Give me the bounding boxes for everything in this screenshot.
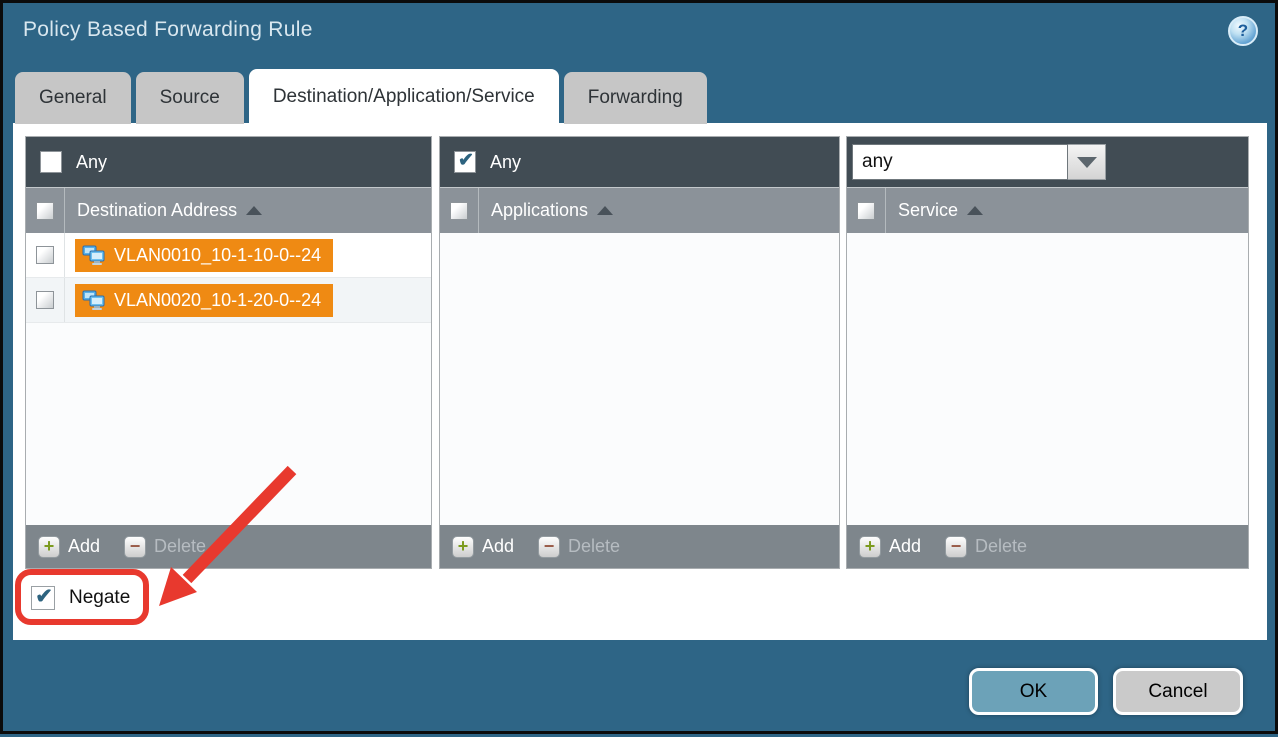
destination-any-bar: Any bbox=[26, 137, 431, 187]
destination-toolbar: + Add − Delete bbox=[26, 525, 431, 568]
delete-button[interactable]: − Delete bbox=[124, 536, 206, 558]
tab-source[interactable]: Source bbox=[136, 72, 244, 124]
delete-button[interactable]: − Delete bbox=[945, 536, 1027, 558]
page-title: Policy Based Forwarding Rule bbox=[23, 18, 313, 42]
destination-address-list: VLAN0010_10-1-10-0--24 VLAN0020_10-1-20-… bbox=[26, 233, 431, 525]
checkmark-icon: ✔ bbox=[35, 586, 53, 607]
applications-any-label: Any bbox=[490, 152, 521, 173]
negate-label: Negate bbox=[69, 587, 130, 609]
applications-list bbox=[440, 233, 839, 525]
add-icon: + bbox=[859, 536, 881, 558]
applications-any-checkbox[interactable]: ✔ bbox=[454, 151, 476, 173]
row-checkbox[interactable] bbox=[36, 291, 54, 309]
destination-header-label[interactable]: Destination Address bbox=[77, 188, 262, 233]
negate-checkbox[interactable]: ✔ bbox=[31, 586, 55, 610]
service-select-all-checkbox[interactable] bbox=[857, 202, 875, 220]
add-icon: + bbox=[452, 536, 474, 558]
service-header-label[interactable]: Service bbox=[898, 188, 983, 233]
delete-icon: − bbox=[945, 536, 967, 558]
service-dropdown-value[interactable]: any bbox=[852, 144, 1068, 180]
tab-forwarding[interactable]: Forwarding bbox=[564, 72, 707, 124]
sort-asc-icon bbox=[246, 206, 262, 215]
help-icon[interactable]: ? bbox=[1228, 16, 1258, 46]
destination-select-all-checkbox[interactable] bbox=[36, 202, 54, 220]
add-button[interactable]: + Add bbox=[38, 536, 100, 558]
add-button[interactable]: + Add bbox=[859, 536, 921, 558]
table-row[interactable]: VLAN0010_10-1-10-0--24 bbox=[26, 233, 431, 278]
applications-column: ✔ Any Applications + Add − Delete bbox=[439, 136, 840, 569]
add-icon: + bbox=[38, 536, 60, 558]
network-address-icon bbox=[82, 245, 106, 265]
checkmark-icon: ✔ bbox=[458, 151, 474, 170]
sort-asc-icon bbox=[967, 206, 983, 215]
row-checkbox[interactable] bbox=[36, 246, 54, 264]
destination-any-label: Any bbox=[76, 152, 107, 173]
service-header: Service bbox=[847, 187, 1248, 233]
applications-header-label[interactable]: Applications bbox=[491, 188, 613, 233]
service-any-bar: any bbox=[847, 137, 1248, 187]
applications-any-bar: ✔ Any bbox=[440, 137, 839, 187]
service-column: any Service + Add − Delete bbox=[846, 136, 1249, 569]
service-list bbox=[847, 233, 1248, 525]
address-object-vlan0020[interactable]: VLAN0020_10-1-20-0--24 bbox=[75, 284, 333, 317]
delete-icon: − bbox=[538, 536, 560, 558]
chevron-down-icon bbox=[1077, 157, 1097, 168]
cancel-button[interactable]: Cancel bbox=[1113, 668, 1243, 715]
destination-address-header: Destination Address bbox=[26, 187, 431, 233]
network-address-icon bbox=[82, 290, 106, 310]
destination-any-checkbox[interactable] bbox=[40, 151, 62, 173]
ok-button[interactable]: OK bbox=[969, 668, 1098, 715]
tab-general[interactable]: General bbox=[15, 72, 131, 124]
add-button[interactable]: + Add bbox=[452, 536, 514, 558]
sort-asc-icon bbox=[597, 206, 613, 215]
address-object-vlan0010[interactable]: VLAN0010_10-1-10-0--24 bbox=[75, 239, 333, 272]
delete-button[interactable]: − Delete bbox=[538, 536, 620, 558]
applications-select-all-checkbox[interactable] bbox=[450, 202, 468, 220]
service-toolbar: + Add − Delete bbox=[847, 525, 1248, 568]
applications-header: Applications bbox=[440, 187, 839, 233]
applications-toolbar: + Add − Delete bbox=[440, 525, 839, 568]
service-dropdown: any bbox=[852, 144, 1106, 180]
negate-group: ✔ Negate bbox=[31, 586, 130, 610]
tab-destination-application-service[interactable]: Destination/Application/Service bbox=[249, 69, 559, 124]
destination-address-column: Any Destination Address VLAN0010_10-1-10… bbox=[25, 136, 432, 569]
delete-icon: − bbox=[124, 536, 146, 558]
table-row[interactable]: VLAN0020_10-1-20-0--24 bbox=[26, 278, 431, 323]
service-dropdown-button[interactable] bbox=[1068, 144, 1106, 180]
tab-bar: General Source Destination/Application/S… bbox=[15, 69, 707, 124]
